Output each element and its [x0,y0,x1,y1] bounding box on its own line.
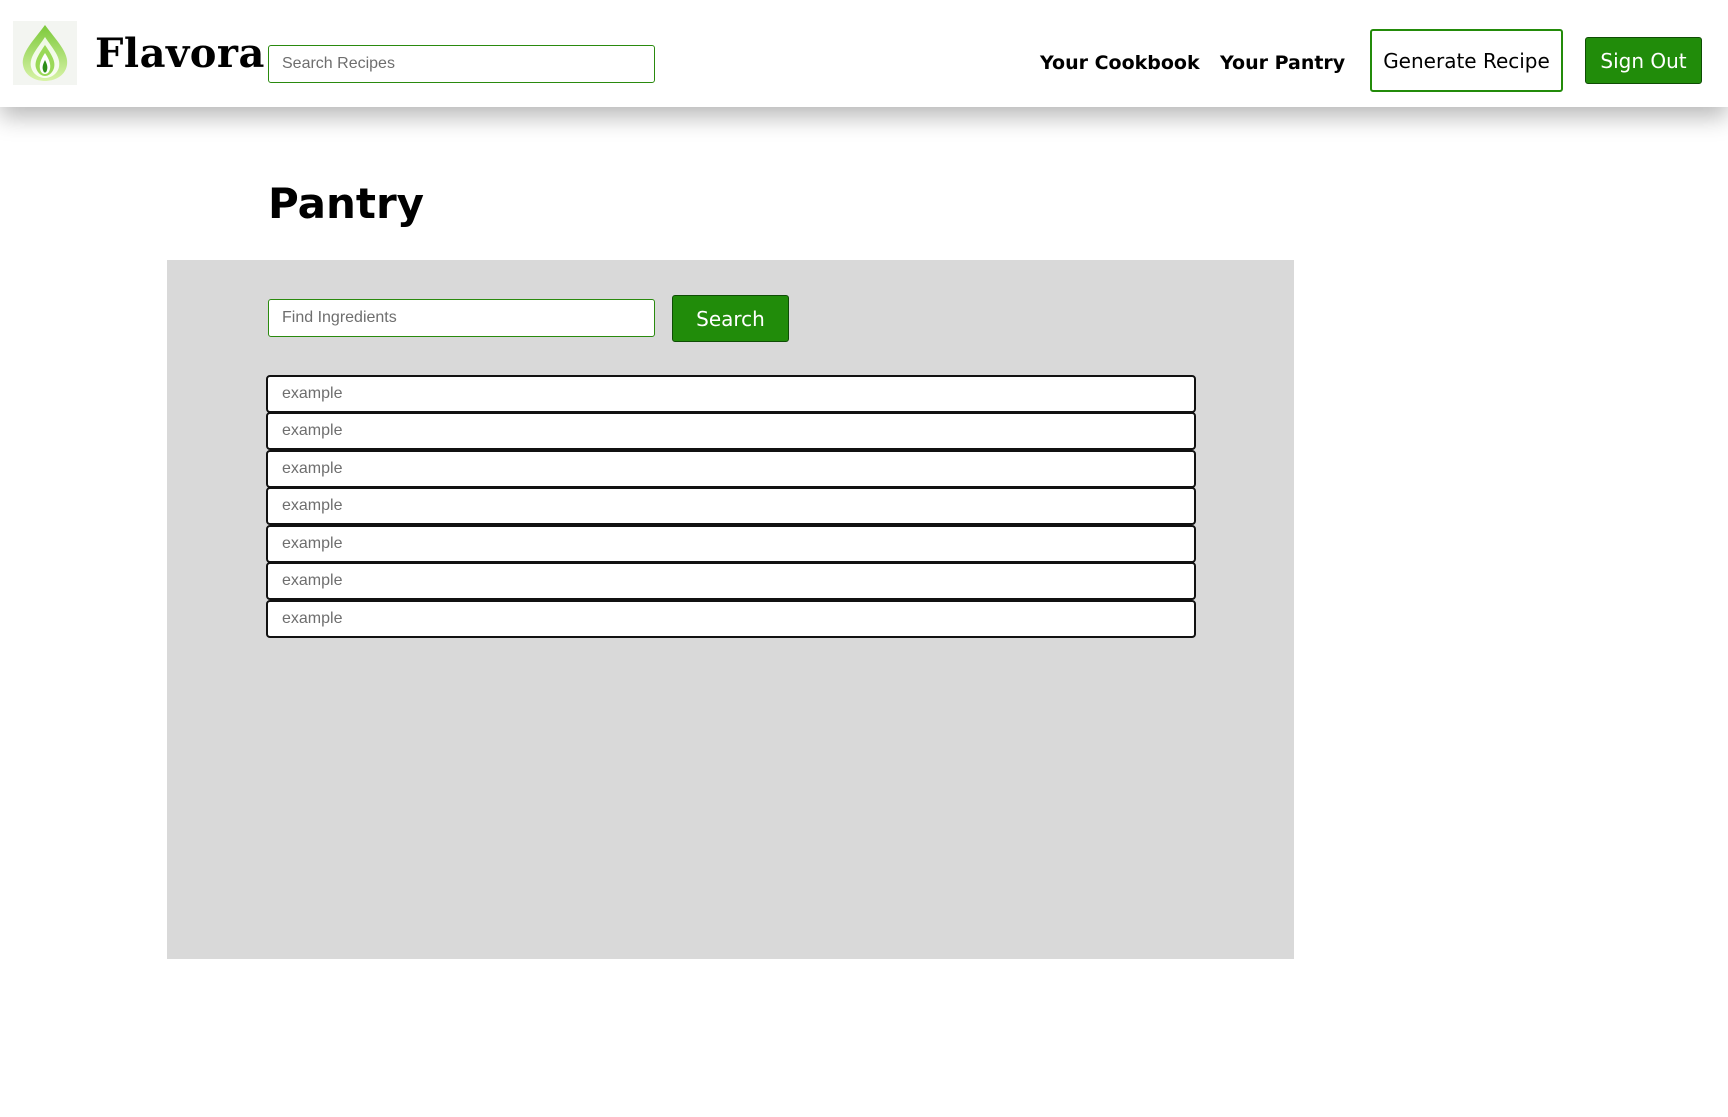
nav-your-cookbook[interactable]: Your Cookbook [1040,50,1200,76]
page-title: Pantry [268,179,425,228]
top-nav-bar: Flavora Your Cookbook Your Pantry Genera… [0,0,1728,107]
ingredient-list: example example example example example … [266,374,1196,638]
ingredient-item[interactable]: example [266,524,1196,563]
find-ingredients-input[interactable] [268,299,655,337]
ingredient-item[interactable]: example [266,562,1196,600]
pantry-panel: Search example example example example e… [167,260,1294,959]
ingredient-item[interactable]: example [266,599,1196,638]
ingredient-item[interactable]: example [266,412,1196,450]
generate-recipe-button[interactable]: Generate Recipe [1370,29,1563,92]
ingredient-item[interactable]: example [266,487,1196,525]
brand-name[interactable]: Flavora [95,34,265,74]
sign-out-button[interactable]: Sign Out [1585,37,1702,84]
search-recipes-input[interactable] [268,45,655,83]
ingredient-item[interactable]: example [266,374,1196,413]
search-button[interactable]: Search [672,295,789,342]
logo[interactable] [13,21,77,85]
leaf-drop-logo-icon [22,25,68,81]
ingredient-item[interactable]: example [266,449,1196,488]
nav-your-pantry[interactable]: Your Pantry [1220,50,1345,76]
